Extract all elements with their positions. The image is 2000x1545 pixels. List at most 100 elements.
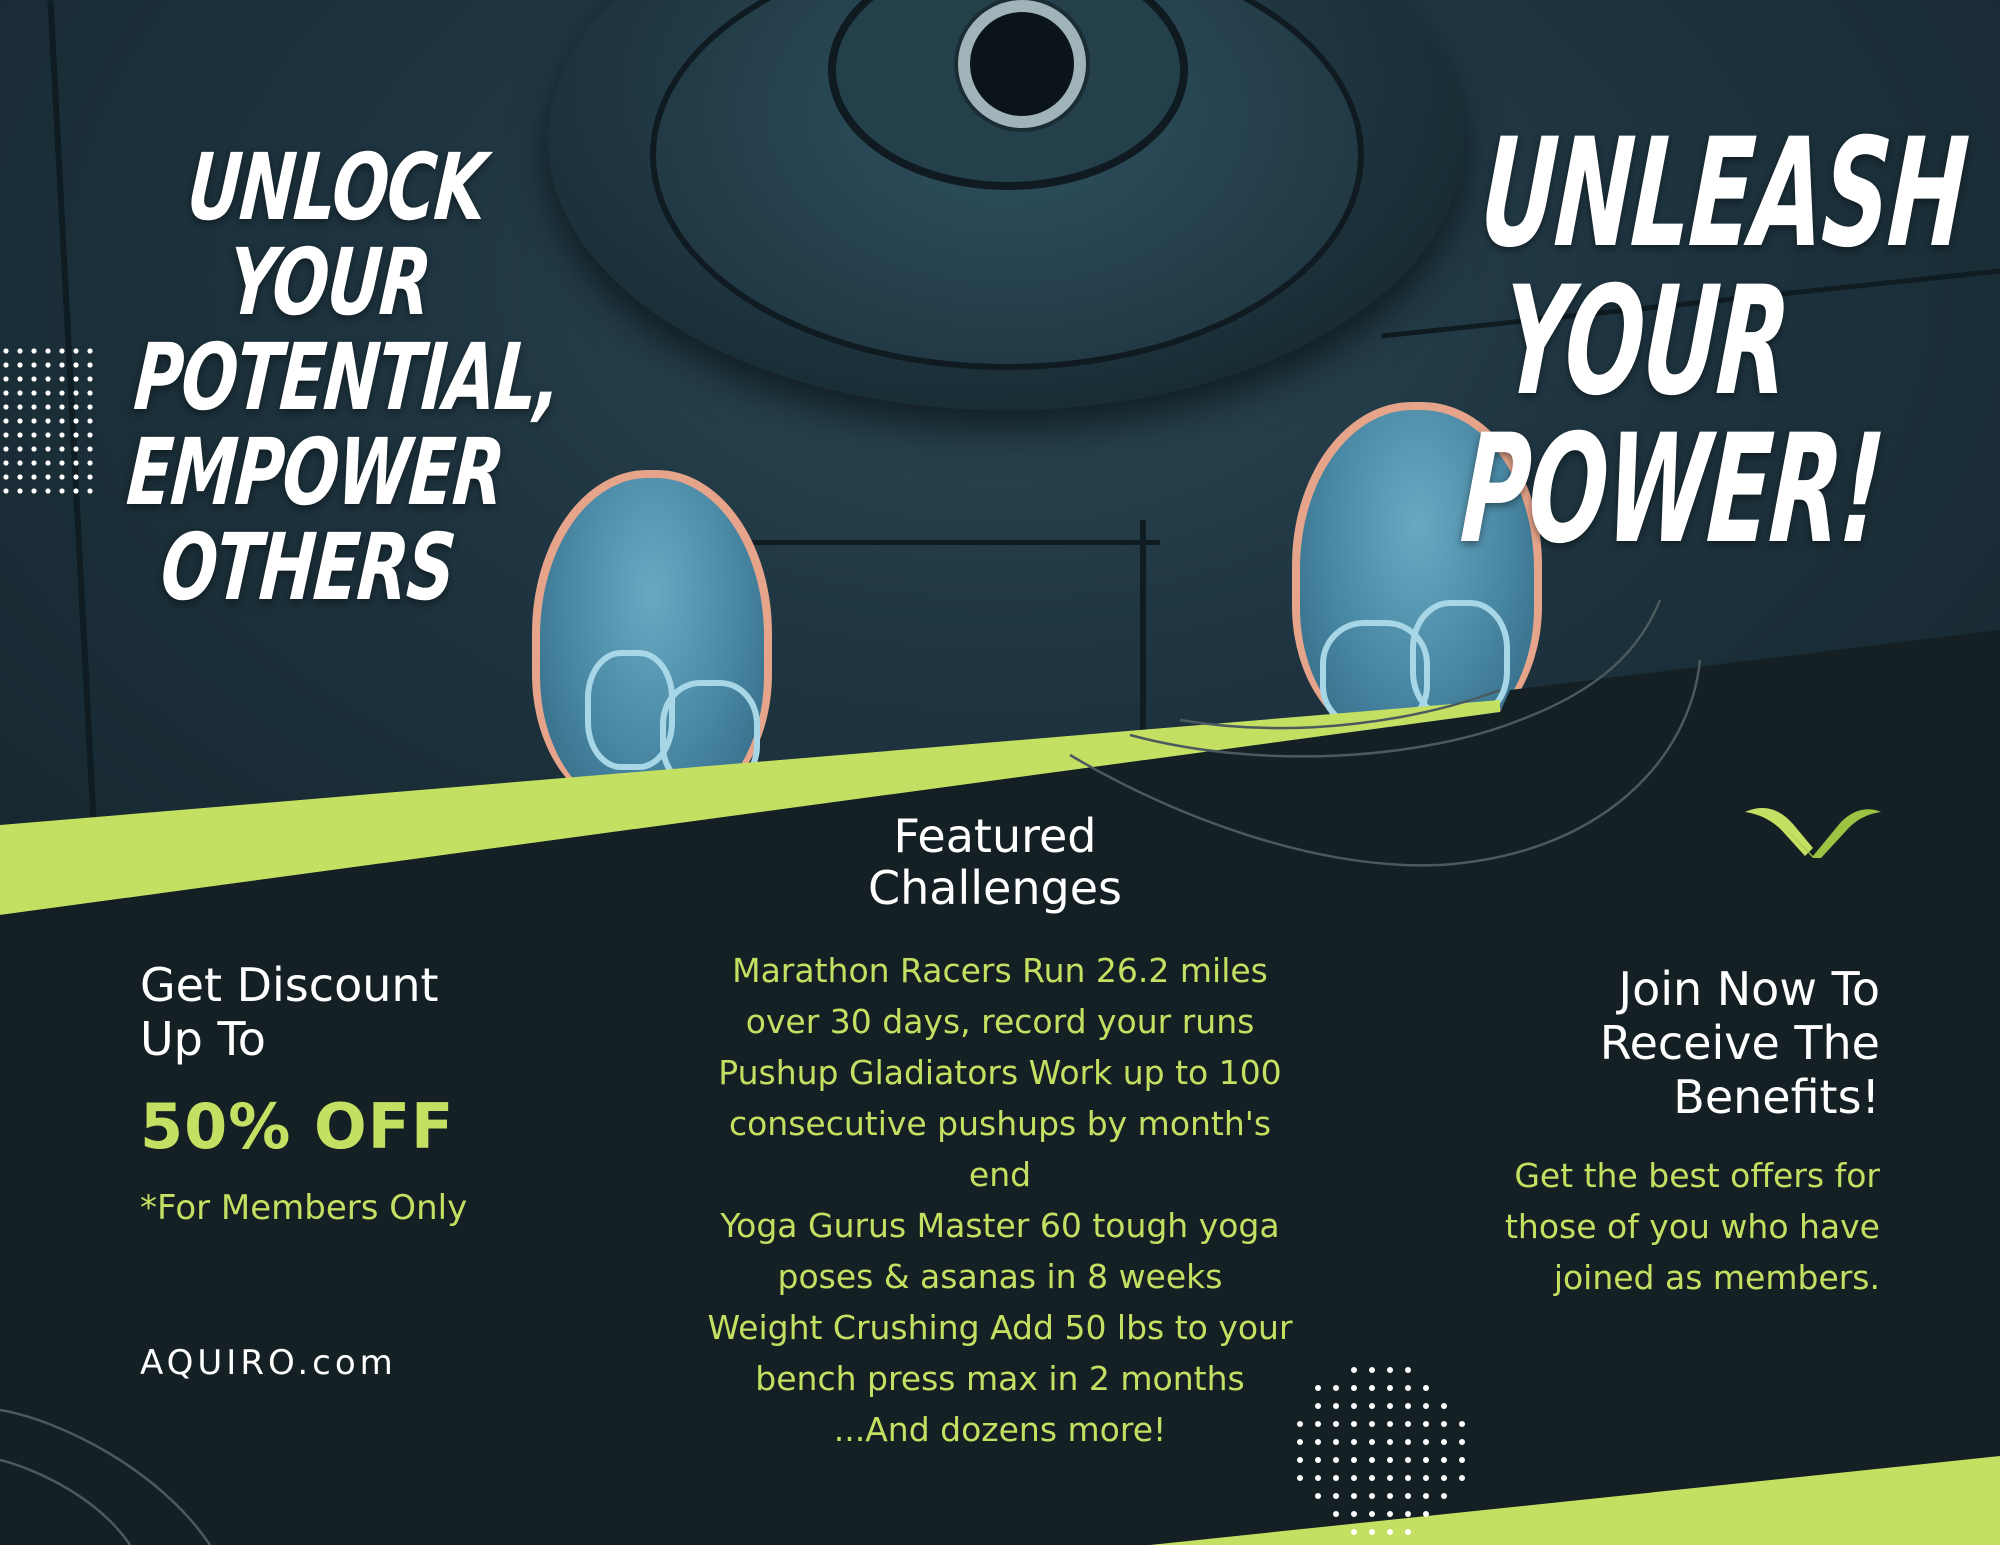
dot xyxy=(1405,1529,1411,1535)
dot xyxy=(73,488,79,494)
dot xyxy=(1423,1475,1429,1481)
dot xyxy=(1423,1403,1429,1409)
dot xyxy=(3,488,9,494)
dot xyxy=(3,474,9,480)
dot xyxy=(1459,1475,1465,1481)
dot xyxy=(87,488,93,494)
featured-title-line: Challenges xyxy=(868,861,1122,915)
dot xyxy=(3,418,9,424)
dot xyxy=(17,488,23,494)
dot xyxy=(1351,1529,1357,1535)
dot xyxy=(1387,1367,1393,1373)
dot xyxy=(87,376,93,382)
dot xyxy=(87,390,93,396)
dot xyxy=(45,348,51,354)
dot xyxy=(1441,1475,1447,1481)
discount-value: 50% OFF xyxy=(140,1090,455,1163)
dot xyxy=(87,348,93,354)
headline-right-line: YOUR xyxy=(1497,255,1794,429)
dot xyxy=(1369,1403,1375,1409)
dot xyxy=(1405,1421,1411,1427)
dot xyxy=(59,446,65,452)
headline-left: UNLOCK YOUR POTENTIAL, EMPOWER OTHERS xyxy=(117,134,564,621)
dot xyxy=(17,460,23,466)
join-heading-line: Join Now To xyxy=(1618,962,1881,1016)
dot xyxy=(17,474,23,480)
dot xyxy=(59,390,65,396)
dot xyxy=(17,418,23,424)
dot xyxy=(1405,1475,1411,1481)
headline-left-line: POTENTIAL, xyxy=(130,324,564,431)
dot xyxy=(1459,1457,1465,1463)
dot xyxy=(59,418,65,424)
challenge-line: Pushup Gladiators Work up to 100 xyxy=(718,1053,1282,1092)
flyer: UNLOCK YOUR POTENTIAL, EMPOWER OTHERS UN… xyxy=(0,0,2000,1545)
dot xyxy=(1333,1439,1339,1445)
dot xyxy=(1369,1385,1375,1391)
featured-title: Featured Challenges xyxy=(760,810,1230,914)
dot xyxy=(3,390,9,396)
featured-title-line: Featured xyxy=(893,809,1097,863)
dot xyxy=(1315,1457,1321,1463)
dot xyxy=(73,348,79,354)
site-url[interactable]: AQUIRO.com xyxy=(140,1343,397,1383)
dot xyxy=(3,460,9,466)
dot xyxy=(1351,1403,1357,1409)
dot xyxy=(1387,1475,1393,1481)
discount-heading-line: Get Discount xyxy=(140,958,439,1012)
dot xyxy=(45,376,51,382)
dot xyxy=(1369,1439,1375,1445)
dot xyxy=(3,446,9,452)
challenge-line: consecutive pushups by month's xyxy=(728,1104,1272,1143)
join-body-line: those of you who have xyxy=(1504,1207,1880,1246)
dot xyxy=(87,432,93,438)
dot xyxy=(1369,1457,1375,1463)
dot-grid-icon xyxy=(3,348,93,494)
dot xyxy=(1405,1511,1411,1517)
dot xyxy=(1297,1457,1303,1463)
dot xyxy=(73,474,79,480)
dot xyxy=(31,474,37,480)
dot xyxy=(1351,1439,1357,1445)
dot xyxy=(1387,1511,1393,1517)
dot xyxy=(31,348,37,354)
dot xyxy=(1333,1475,1339,1481)
dot xyxy=(1333,1385,1339,1391)
dot xyxy=(1315,1475,1321,1481)
headline-left-line: UNLOCK xyxy=(184,134,489,241)
headline-left-line: OTHERS xyxy=(157,514,458,621)
dot xyxy=(73,362,79,368)
discount-note: *For Members Only xyxy=(140,1188,468,1228)
dot xyxy=(1369,1511,1375,1517)
dot xyxy=(17,404,23,410)
dot xyxy=(59,376,65,382)
dot xyxy=(45,488,51,494)
join-heading: Join Now To Receive The Benefits! xyxy=(1430,962,1880,1124)
challenge-line: end xyxy=(968,1155,1032,1194)
dot xyxy=(45,432,51,438)
dot xyxy=(73,404,79,410)
dot xyxy=(1441,1403,1447,1409)
dot xyxy=(3,376,9,382)
dot xyxy=(73,432,79,438)
dot xyxy=(31,362,37,368)
dot xyxy=(1333,1511,1339,1517)
dot xyxy=(1333,1457,1339,1463)
dot xyxy=(73,376,79,382)
dot xyxy=(59,460,65,466)
dot xyxy=(1333,1493,1339,1499)
dot xyxy=(45,474,51,480)
join-body-line: joined as members. xyxy=(1553,1258,1880,1297)
dot xyxy=(3,362,9,368)
dot xyxy=(45,362,51,368)
dot xyxy=(1369,1529,1375,1535)
dot xyxy=(1405,1367,1411,1373)
dot xyxy=(1387,1385,1393,1391)
join-body-line: Get the best offers for xyxy=(1514,1156,1880,1195)
dot xyxy=(31,376,37,382)
dot xyxy=(1441,1457,1447,1463)
dot xyxy=(1423,1439,1429,1445)
dot xyxy=(1351,1475,1357,1481)
dot xyxy=(1405,1385,1411,1391)
challenge-list: Marathon Racers Run 26.2 miles over 30 d… xyxy=(680,945,1320,1455)
